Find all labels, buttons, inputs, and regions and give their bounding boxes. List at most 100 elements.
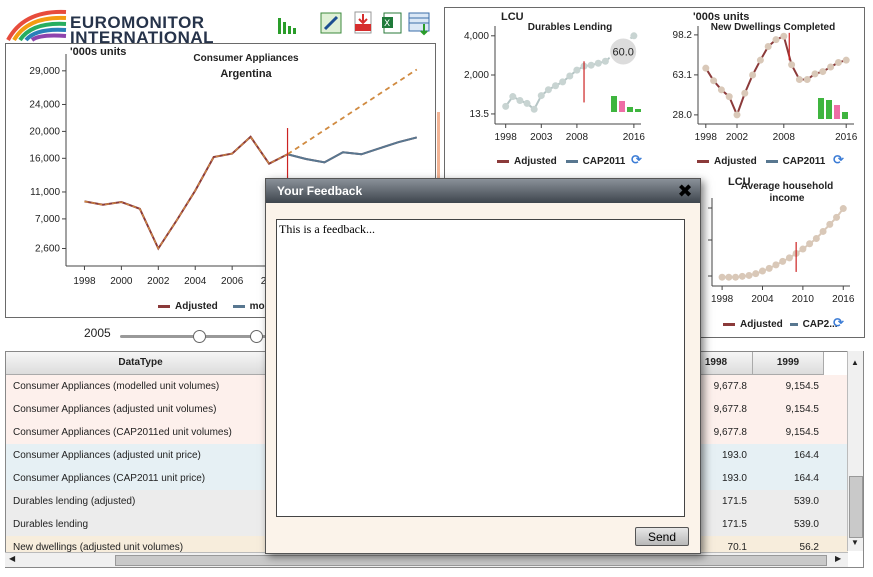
scroll-down-icon[interactable]: ▼ <box>851 538 859 547</box>
data-point <box>764 43 772 51</box>
x-tick-label: 2016 <box>832 294 855 305</box>
data-point <box>587 61 595 69</box>
data-point <box>741 89 749 97</box>
slider-end-handle[interactable] <box>250 330 263 343</box>
feedback-textarea[interactable]: This is a feedback... <box>276 219 685 517</box>
data-point <box>573 66 581 74</box>
series-adjusted-line <box>722 207 845 279</box>
x-tick-label: 2008 <box>566 132 589 143</box>
x-tick-label: 2016 <box>835 132 858 143</box>
durables-refresh-icon[interactable]: ⟳ <box>631 152 642 168</box>
data-point <box>732 273 740 281</box>
column-header-datatype[interactable]: DataType <box>6 352 276 375</box>
cell-1999: 164.4 <box>793 473 819 484</box>
mini-bar <box>842 112 848 119</box>
x-tick-label: 2003 <box>530 132 553 143</box>
y-tick-label: 2,000 <box>464 70 489 81</box>
legend-swatch-adjusted <box>158 304 170 308</box>
scroll-up-icon[interactable]: ▲ <box>851 358 859 367</box>
y-tick-label: 2,600 <box>35 244 60 255</box>
durables-line-chart: 4,000 2,000 13.5 1998 2003 2008 2016 60.0 <box>464 26 646 143</box>
y-tick-label: 24,000 <box>29 99 60 110</box>
data-point <box>812 234 820 242</box>
legend-adjusted: Adjusted <box>714 156 757 167</box>
table-horizontal-scrollbar[interactable]: ◀ ▶ <box>5 552 848 567</box>
pdf-export-icon[interactable] <box>352 10 374 36</box>
dialog-title-bar[interactable]: Your Feedback ✖ <box>266 179 700 203</box>
cell-1999: 9,154.5 <box>785 427 819 438</box>
dwellings-refresh-icon[interactable]: ⟳ <box>833 152 844 168</box>
table-vertical-scrollbar[interactable]: ▲ ▼ <box>847 351 863 551</box>
legend-swatch-adjusted <box>697 159 709 163</box>
dwellings-line-chart: 98.2 63.1 28.01998 2002 2008 2016 <box>673 26 858 143</box>
data-point <box>756 56 764 64</box>
close-icon[interactable]: ✖ <box>676 182 694 200</box>
data-point <box>566 72 574 80</box>
y-tick-label: 98.2 <box>673 30 693 41</box>
scroll-left-icon[interactable]: ◀ <box>9 554 15 563</box>
x-tick-label: 2004 <box>751 294 774 305</box>
edit-icon[interactable] <box>320 10 342 36</box>
scroll-right-icon[interactable]: ▶ <box>835 554 841 563</box>
data-point <box>779 257 787 265</box>
mini-bar <box>611 96 617 112</box>
row-datatype-cell: Consumer Appliances (adjusted unit price… <box>13 450 201 461</box>
table-export-icon[interactable] <box>408 10 430 36</box>
slider-year-label: 2005 <box>84 326 111 340</box>
send-button[interactable]: Send <box>635 527 689 546</box>
mini-bar <box>834 105 840 119</box>
chart-icon[interactable] <box>277 10 299 36</box>
excel-export-icon[interactable]: X <box>381 10 403 36</box>
column-header-1999[interactable]: 1999 <box>753 352 824 375</box>
row-datatype-cell: Consumer Appliances (CAP2011 unit price) <box>13 473 206 484</box>
data-point <box>718 273 726 281</box>
legend-swatch-cap2011 <box>565 159 578 163</box>
data-point <box>752 270 760 278</box>
mini-bar <box>826 100 832 119</box>
data-point <box>765 264 773 272</box>
data-point <box>509 93 517 101</box>
feedback-dialog: Your Feedback ✖ This is a feedback... Se… <box>265 178 701 554</box>
data-point <box>780 32 788 40</box>
tooltip-value: 60.0 <box>612 46 633 58</box>
x-tick-label: 2016 <box>623 132 646 143</box>
data-point <box>601 57 609 65</box>
mini-bar <box>619 101 625 112</box>
household-refresh-icon[interactable]: ⟳ <box>833 315 844 331</box>
dialog-title: Your Feedback <box>277 184 363 198</box>
x-tick-label: 2002 <box>726 132 749 143</box>
slider-start-handle[interactable] <box>193 330 206 343</box>
data-point <box>725 93 733 101</box>
y-tick-label: 11,000 <box>30 187 60 198</box>
horizontal-scroll-thumb[interactable] <box>115 555 827 566</box>
data-point <box>819 227 827 235</box>
data-point <box>758 267 766 275</box>
data-point <box>537 92 545 100</box>
data-point <box>702 64 710 72</box>
main-chart-legend: Adjusted mode <box>158 301 276 312</box>
data-point <box>738 272 746 280</box>
y-tick-label: 4,000 <box>464 31 489 42</box>
dwellings-legend: Adjusted CAP2011 <box>697 156 825 167</box>
data-point <box>772 36 780 44</box>
data-point <box>799 245 807 253</box>
data-point <box>710 77 718 85</box>
data-point <box>502 102 510 110</box>
x-tick-label: 2004 <box>184 276 207 287</box>
x-tick-label: 2002 <box>147 276 170 287</box>
data-point <box>559 78 567 86</box>
data-point <box>717 86 725 94</box>
household-line-chart: 1998 2004 2010 2016 <box>708 198 855 305</box>
legend-swatch-cap2011 <box>789 322 798 326</box>
vertical-scroll-thumb[interactable] <box>849 476 863 538</box>
legend-cap2011: CAP2011 <box>782 156 826 167</box>
row-datatype-cell: Durables lending (adjusted) <box>13 496 136 507</box>
row-datatype-cell: Consumer Appliances (adjusted unit volum… <box>13 404 217 415</box>
y-tick-label: 28.0 <box>673 110 693 121</box>
cell-1999: 539.0 <box>793 519 819 530</box>
y-tick-label: 16,000 <box>29 153 60 164</box>
data-point <box>749 71 757 79</box>
data-point <box>516 96 524 104</box>
euromonitor-logo: EUROMONITOR INTERNATIONAL <box>6 6 214 47</box>
y-tick-label: 7,000 <box>35 214 60 225</box>
